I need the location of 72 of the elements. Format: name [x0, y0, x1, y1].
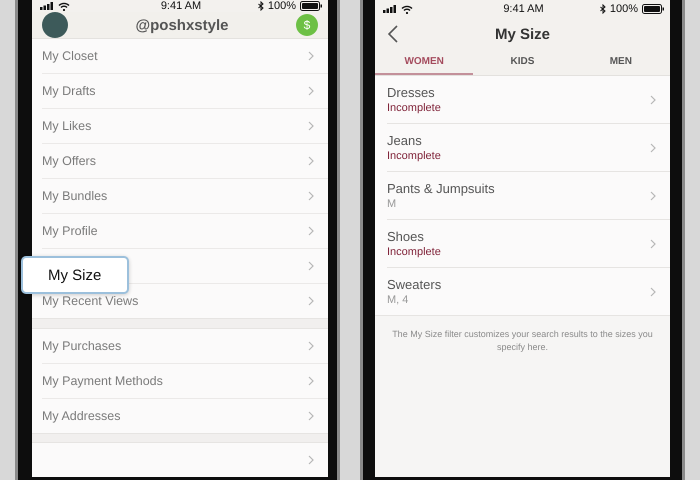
page-title: My Size	[494, 26, 550, 42]
signal-icon	[40, 2, 54, 10]
chevron-icon	[650, 142, 656, 152]
size-category-item[interactable]: Dresses Incomplete	[387, 76, 670, 124]
size-value: M	[387, 198, 398, 210]
chevron-icon	[308, 86, 314, 96]
chevron-icon	[308, 376, 314, 386]
menu-label: My Payment Methods	[42, 374, 163, 388]
tab[interactable]: MEN	[572, 50, 670, 75]
signal-icon	[383, 5, 397, 13]
bluetooth-icon	[600, 4, 606, 14]
size-value: Incomplete	[387, 102, 441, 114]
size-value: Incomplete	[387, 150, 441, 162]
chevron-icon	[650, 286, 656, 296]
chevron-icon	[308, 51, 314, 61]
category-name: Pants & Jumpsuits	[387, 181, 495, 196]
menu-label: My Recent Views	[42, 294, 138, 308]
chevron-icon	[308, 121, 314, 131]
size-category-item[interactable]: Shoes Incomplete	[387, 220, 670, 268]
chevron-icon	[650, 238, 656, 248]
back-icon	[388, 25, 398, 43]
menu-item[interactable]: My Purchases	[42, 328, 328, 364]
menu-item[interactable]: My Offers	[42, 144, 328, 179]
size-tooltip: My Size	[21, 256, 129, 294]
chevron-icon	[308, 156, 314, 166]
clock-time: 9:41 AM	[503, 3, 544, 15]
menu-label: My Drafts	[42, 84, 96, 98]
clock-time: 9:41 AM	[160, 0, 202, 12]
menu-label: My Purchases	[42, 338, 122, 352]
username-title: @poshxstyle	[136, 16, 228, 34]
menu-label: My Offers	[42, 154, 96, 168]
menu-label: My Closet	[42, 49, 98, 63]
battery-icon	[300, 1, 322, 11]
wifi-icon	[401, 4, 413, 14]
avatar-icon	[42, 12, 68, 38]
battery-percent: 100%	[610, 3, 638, 15]
chevron-icon	[308, 296, 314, 306]
menu-label: My Likes	[42, 119, 92, 133]
chevron-icon	[308, 410, 314, 420]
category-name: Jeans	[387, 133, 423, 148]
menu-item[interactable]: My Likes	[42, 109, 328, 144]
tab[interactable]: KIDS	[473, 50, 572, 75]
chevron-icon	[308, 191, 314, 201]
chevron-icon	[650, 190, 656, 200]
category-name: Dresses	[387, 85, 436, 100]
menu-label: My Bundles	[42, 189, 108, 203]
menu-label: My Profile	[42, 224, 98, 238]
menu-item[interactable]: My Addresses	[42, 398, 328, 432]
menu-item[interactable]: My Closet	[42, 39, 328, 74]
size-category-item[interactable]: Pants & Jumpsuits M	[387, 172, 670, 220]
menu-item[interactable]: My Bundles	[42, 179, 328, 214]
size-category-item[interactable]: Sweaters M, 4	[375, 268, 670, 315]
menu-item[interactable]: My Drafts	[42, 74, 328, 109]
chevron-icon	[308, 226, 314, 236]
size-value: Incomplete	[387, 246, 441, 258]
chevron-icon	[308, 455, 314, 465]
chevron-icon	[308, 261, 314, 271]
category-name: Sweaters	[387, 277, 442, 292]
menu-label: My Addresses	[42, 408, 121, 422]
balance-button[interactable]: $	[296, 14, 318, 36]
battery-icon	[642, 4, 664, 14]
chevron-icon	[308, 340, 314, 350]
chevron-icon	[650, 94, 656, 104]
category-name: Shoes	[387, 229, 425, 244]
menu-item[interactable]: My Payment Methods	[42, 364, 328, 398]
menu-item[interactable]: My Profile	[42, 214, 328, 249]
footnote-text: The My Size filter customizes your search results to the sizes you specify here.	[375, 315, 670, 366]
wifi-icon	[58, 2, 70, 10]
bluetooth-icon	[258, 1, 264, 11]
size-value: M, 4	[387, 294, 410, 306]
size-category-item[interactable]: Jeans Incomplete	[387, 124, 670, 172]
battery-percent: 100%	[268, 0, 296, 12]
